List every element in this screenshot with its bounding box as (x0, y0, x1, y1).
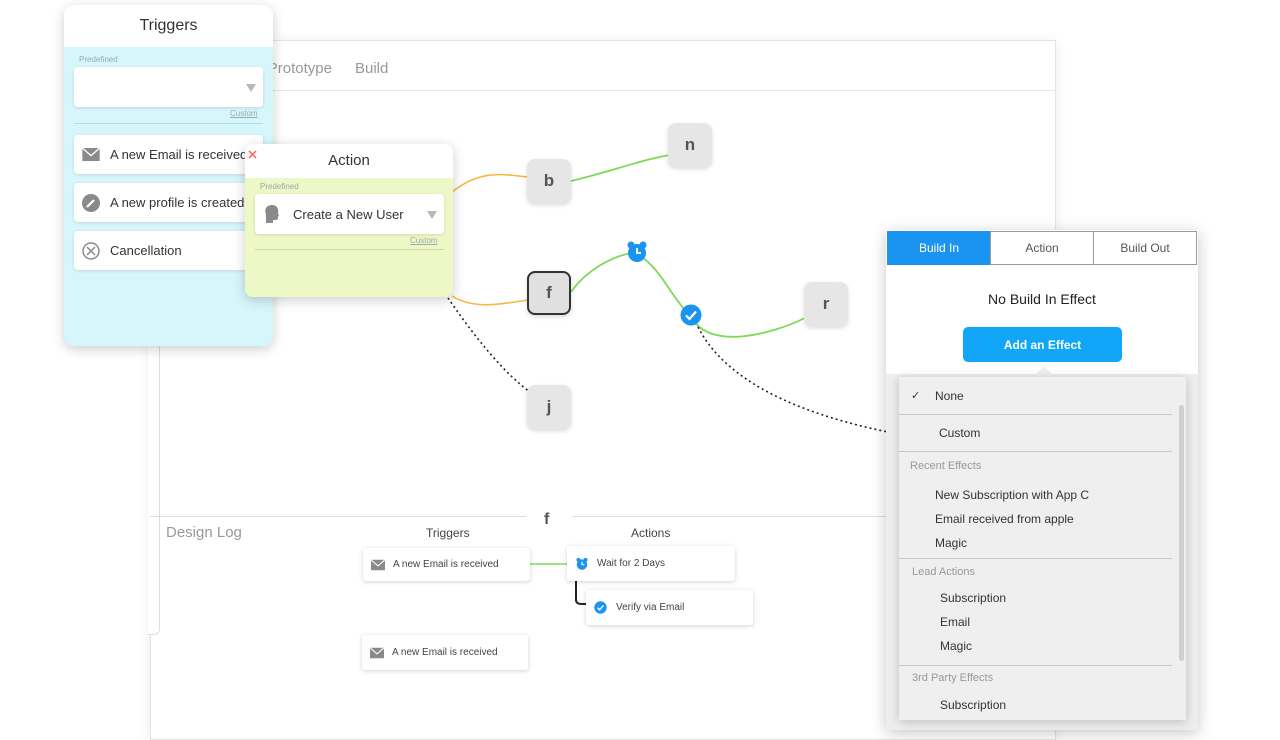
predefined-label: Predefined (260, 182, 299, 191)
trigger-item-email[interactable]: A new Email is received (74, 135, 263, 174)
divider (899, 414, 1172, 415)
log-action-label: Verify via Email (616, 602, 685, 613)
action-panel: Action Predefined Create a New User Cust… (245, 144, 453, 297)
trigger-item-label: A new Email is received (110, 147, 248, 162)
checkmark-icon: ✓ (911, 390, 921, 402)
lead-actions-heading: Lead Actions (912, 566, 975, 578)
close-icon[interactable] (247, 147, 258, 159)
envelope-icon (371, 558, 385, 571)
action-select[interactable]: Create a New User (255, 194, 444, 234)
trigger-item-label: Cancellation (110, 243, 182, 258)
pencil-icon (82, 193, 100, 212)
action-panel-title: Action (245, 144, 453, 178)
third-party-heading: 3rd Party Effects (912, 672, 994, 684)
add-effect-button[interactable]: Add an Effect (963, 327, 1122, 362)
link-action-j (447, 297, 531, 393)
divider (255, 249, 444, 250)
design-log-node-label: f (544, 511, 550, 528)
recent-effects-heading: Recent Effects (910, 460, 982, 472)
node-b[interactable]: b (527, 159, 571, 203)
chevron-down-icon (246, 84, 256, 92)
trigger-item-cancellation[interactable]: Cancellation (74, 231, 263, 270)
trigger-item-profile[interactable]: A new profile is created (74, 183, 263, 222)
dropdown-item[interactable]: Subscription (940, 591, 1006, 605)
alarm-clock-icon[interactable] (626, 240, 648, 264)
node-r[interactable]: r (804, 282, 848, 326)
check-circle-icon[interactable] (680, 304, 702, 326)
log-trigger-card[interactable]: A new Email is received (363, 548, 530, 581)
cancel-icon (82, 241, 100, 260)
log-action-card[interactable]: Verify via Email (586, 590, 753, 625)
link-b-n (570, 154, 671, 182)
node-j[interactable]: j (527, 385, 571, 429)
dropdown-item-custom[interactable]: Custom (939, 426, 980, 440)
design-log-title: Design Log (166, 524, 242, 541)
tab-build-in[interactable]: Build In (887, 231, 991, 265)
custom-link[interactable]: Custom (230, 109, 258, 118)
divider (74, 123, 263, 124)
design-log-divider (572, 516, 888, 517)
user-head-icon (263, 204, 281, 224)
link-action-b (451, 173, 529, 193)
dropdown-item-none[interactable]: None (935, 389, 964, 403)
divider (899, 451, 1172, 452)
log-action-card[interactable]: Wait for 2 Days (567, 546, 735, 581)
actions-heading: Actions (631, 526, 671, 540)
triggers-panel: Triggers Predefined Custom A new Email i… (64, 5, 273, 346)
triggers-heading: Triggers (426, 526, 470, 540)
link-check-r (691, 317, 806, 338)
log-action-label: Wait for 2 Days (597, 558, 665, 569)
link-check-panel (697, 326, 889, 433)
effects-dropdown: ✓ None Custom Recent Effects New Subscri… (899, 377, 1186, 720)
dropdown-item[interactable]: New Subscription with App C (935, 488, 1089, 502)
chevron-down-icon (427, 211, 437, 219)
divider (899, 665, 1172, 666)
dropdown-item[interactable]: Magic (940, 639, 972, 653)
trigger-select[interactable] (74, 67, 263, 107)
action-select-value: Create a New User (293, 206, 404, 222)
trigger-item-label: A new profile is created (110, 195, 245, 210)
tab-build-out[interactable]: Build Out (1093, 231, 1197, 265)
node-n[interactable]: n (668, 123, 712, 167)
log-trigger-label: A new Email is received (393, 559, 499, 570)
link-action-f (451, 295, 529, 306)
effect-status: No Build In Effect (988, 291, 1096, 307)
envelope-icon (82, 146, 100, 164)
tab-action[interactable]: Action (990, 231, 1094, 265)
dropdown-item[interactable]: Email (940, 615, 970, 629)
divider (899, 558, 1172, 559)
alarm-clock-icon (575, 557, 589, 570)
design-log-divider (150, 516, 526, 517)
log-trigger-label: A new Email is received (392, 647, 498, 658)
dropdown-item[interactable]: Magic (935, 536, 967, 550)
check-circle-icon (594, 601, 608, 614)
node-f[interactable]: f (527, 271, 571, 315)
envelope-icon (370, 646, 384, 659)
log-trigger-card[interactable]: A new Email is received (362, 635, 528, 670)
custom-link[interactable]: Custom (410, 236, 438, 245)
dropdown-item[interactable]: Email received from apple (935, 512, 1074, 526)
scrollbar[interactable] (1179, 405, 1184, 661)
predefined-label: Predefined (79, 55, 118, 64)
dropdown-item[interactable]: Subscription (940, 698, 1006, 712)
triggers-panel-title: Triggers (64, 5, 273, 47)
